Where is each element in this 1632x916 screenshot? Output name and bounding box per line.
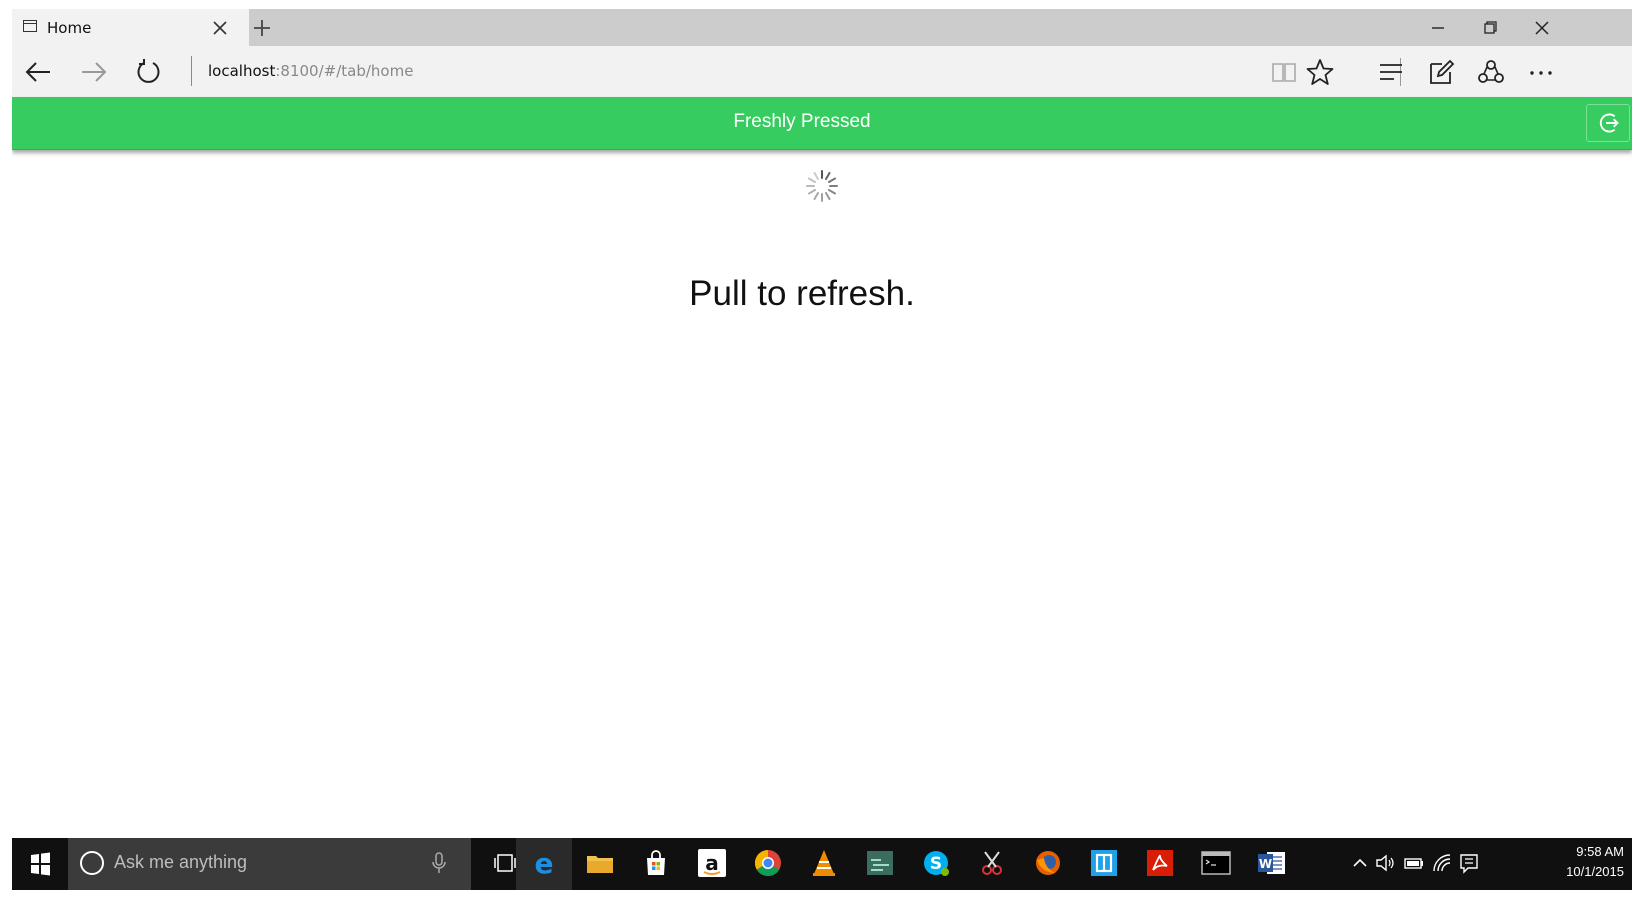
pull-to-refresh-text: Pull to refresh. bbox=[689, 274, 915, 313]
svg-text:W: W bbox=[1259, 857, 1272, 871]
action-center-icon[interactable] bbox=[1458, 850, 1480, 876]
url-path: :8100/#/tab/home bbox=[275, 62, 414, 80]
favorite-star-icon[interactable] bbox=[1304, 56, 1336, 88]
reading-view-icon[interactable] bbox=[1268, 56, 1300, 88]
new-tab-icon[interactable] bbox=[248, 14, 276, 42]
url-host: localhost bbox=[208, 62, 276, 80]
browser-tab[interactable]: Home bbox=[12, 9, 249, 46]
command-prompt-icon[interactable] bbox=[1199, 846, 1233, 880]
file-explorer-icon[interactable] bbox=[583, 846, 617, 880]
more-actions-icon[interactable] bbox=[1525, 56, 1557, 88]
vlc-icon[interactable] bbox=[807, 846, 841, 880]
wifi-icon[interactable] bbox=[1431, 850, 1453, 876]
address-separator bbox=[191, 56, 192, 86]
start-windows-icon[interactable] bbox=[12, 838, 68, 890]
amazon-icon[interactable]: a bbox=[695, 846, 729, 880]
clock-time: 9:58 AM bbox=[1576, 844, 1624, 859]
loading-spinner-icon bbox=[806, 170, 838, 202]
share-icon[interactable] bbox=[1475, 56, 1507, 88]
forward-icon[interactable] bbox=[77, 56, 109, 88]
svg-text:e: e bbox=[535, 847, 554, 880]
volume-icon[interactable] bbox=[1374, 850, 1396, 876]
system-clock[interactable]: 9:58 AM 10/1/2015 bbox=[1566, 842, 1624, 882]
microphone-icon[interactable] bbox=[430, 850, 448, 876]
firefox-icon[interactable] bbox=[1031, 846, 1065, 880]
app-icon[interactable] bbox=[1087, 846, 1121, 880]
word-icon[interactable]: W bbox=[1255, 846, 1289, 880]
browser-title-bar: Home bbox=[12, 9, 1632, 46]
svg-text:a: a bbox=[705, 851, 719, 875]
edge-browser-icon[interactable]: e bbox=[527, 846, 561, 880]
windows-taskbar: Ask me anything e a S W 9:58 AM 10/1/201… bbox=[12, 838, 1632, 890]
cortana-icon bbox=[80, 851, 104, 875]
address-bar-row: localhost:8100/#/tab/home bbox=[12, 46, 1632, 97]
clock-date: 10/1/2015 bbox=[1566, 864, 1624, 879]
app-title: Freshly Pressed bbox=[733, 111, 871, 132]
sign-out-icon[interactable] bbox=[1586, 104, 1630, 142]
screen: Home localhost:8100/#/tab/home Freshly P… bbox=[12, 9, 1632, 916]
back-icon[interactable] bbox=[23, 56, 55, 88]
url-field[interactable]: localhost:8100/#/tab/home bbox=[208, 62, 413, 80]
battery-icon[interactable] bbox=[1403, 850, 1425, 876]
store-icon[interactable] bbox=[639, 846, 673, 880]
page-icon bbox=[23, 20, 37, 32]
refresh-icon[interactable] bbox=[132, 56, 164, 88]
skype-icon[interactable]: S bbox=[919, 846, 953, 880]
search-placeholder: Ask me anything bbox=[114, 852, 248, 872]
web-note-icon[interactable] bbox=[1425, 56, 1457, 88]
sourcetree-icon[interactable] bbox=[863, 846, 897, 880]
show-hidden-icons-icon[interactable] bbox=[1349, 850, 1371, 876]
close-window-icon[interactable] bbox=[1519, 13, 1565, 43]
svg-text:S: S bbox=[930, 854, 942, 874]
restore-icon[interactable] bbox=[1467, 13, 1513, 43]
hub-icon[interactable] bbox=[1375, 56, 1407, 88]
app-header: Freshly Pressed bbox=[12, 97, 1632, 150]
snipping-tool-icon[interactable] bbox=[975, 846, 1009, 880]
minimize-icon[interactable] bbox=[1415, 13, 1461, 43]
tab-title: Home bbox=[47, 19, 92, 37]
close-tab-icon[interactable] bbox=[209, 17, 231, 39]
acrobat-icon[interactable] bbox=[1143, 846, 1177, 880]
chrome-icon[interactable] bbox=[751, 846, 785, 880]
cortana-search-box[interactable]: Ask me anything bbox=[68, 838, 471, 890]
